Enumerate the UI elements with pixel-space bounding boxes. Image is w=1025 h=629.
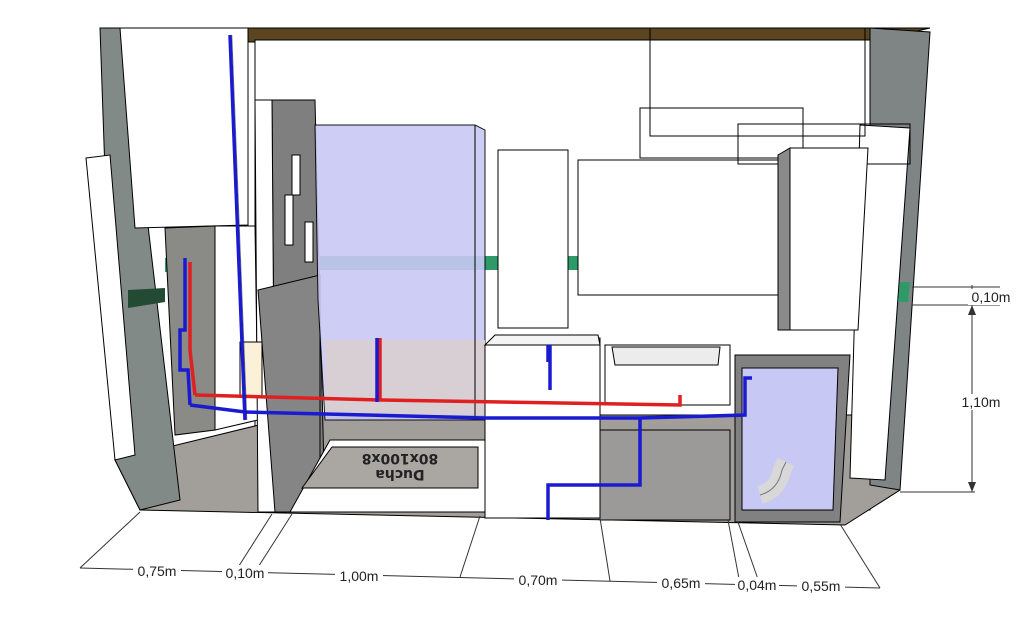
dim-label-6: 0,04m bbox=[738, 577, 777, 593]
tile-band-right bbox=[898, 282, 910, 302]
shower-glass-lower bbox=[325, 340, 485, 415]
floor-right bbox=[599, 429, 731, 521]
dim-label-2: 0,10m bbox=[226, 565, 265, 581]
window-slot-2 bbox=[284, 194, 294, 246]
washbasin-top bbox=[483, 334, 601, 346]
tile-band-mid bbox=[568, 256, 578, 270]
dim-label-right-height: 1,10m bbox=[962, 394, 1001, 410]
left-wall-cabinet bbox=[119, 27, 249, 229]
window-slot-3 bbox=[304, 221, 314, 263]
dim-ext-6 bbox=[727, 519, 741, 585]
dim-label-3: 1,00m bbox=[340, 568, 379, 584]
shower-label-line2: 80x100x8 bbox=[362, 450, 439, 466]
toilet-box-inner bbox=[741, 367, 839, 511]
dim-label-7: 0,55m bbox=[802, 578, 841, 594]
tile-band-low-left bbox=[128, 288, 165, 308]
sink-right-bowl bbox=[611, 346, 721, 366]
dim-ext-1 bbox=[79, 511, 141, 569]
shower-label-line1: Ducha bbox=[375, 466, 424, 482]
tall-right-cabinet-side bbox=[777, 147, 791, 331]
dim-label-4: 0,70m bbox=[519, 572, 558, 588]
dim-ext-4 bbox=[459, 515, 481, 578]
dim-ext-8 bbox=[839, 523, 881, 589]
dim-ext-3 bbox=[254, 513, 293, 573]
dim-label-5: 0,65m bbox=[662, 575, 701, 591]
arrow-down bbox=[968, 482, 976, 492]
upper-cabinet-center bbox=[497, 149, 569, 329]
dim-label-1: 0,75m bbox=[138, 563, 177, 579]
tall-right-cabinet bbox=[777, 147, 869, 331]
bathroom-plumbing-diagram: Ducha 80x100x8 0,75m 0,10m 1,00m 0,70m 0… bbox=[79, 27, 1014, 594]
dim-label-right-top: 0,10m bbox=[972, 289, 1011, 305]
mirror bbox=[577, 159, 781, 296]
dim-ext-5 bbox=[599, 517, 611, 582]
washbasin-unit bbox=[484, 337, 601, 519]
dim-ext-7 bbox=[737, 521, 761, 586]
dim-ext-2 bbox=[234, 513, 273, 573]
window-slot-1 bbox=[291, 154, 301, 196]
arrow-up bbox=[968, 305, 976, 315]
left-corner-column bbox=[214, 225, 259, 431]
